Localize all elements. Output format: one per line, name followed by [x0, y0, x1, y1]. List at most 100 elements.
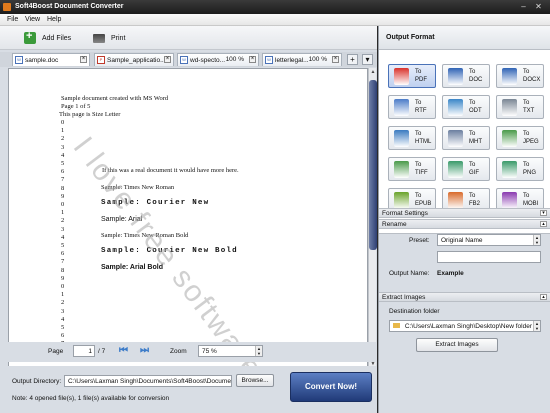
chevron-down-icon[interactable]: ▾ [362, 54, 373, 65]
status-note: Note: 4 opened file(s), 1 file(s) availa… [12, 395, 170, 402]
rename-section[interactable]: Rename ▴ [379, 219, 550, 229]
preset-value: Original Name [441, 237, 483, 244]
browse-button[interactable]: Browse... [236, 374, 274, 387]
menu-help[interactable]: Help [47, 16, 61, 23]
output-name-value: Example [437, 270, 464, 277]
collapse-icon[interactable]: ▴ [540, 221, 547, 227]
spinner-icon[interactable]: ▲ ▼ [533, 321, 540, 331]
scroll-up-icon[interactable]: ▲ [369, 68, 377, 76]
close-tab-icon[interactable]: × [332, 56, 339, 63]
line-number: 7 [61, 258, 65, 266]
doc-header-line: This page is Size Letter [59, 111, 121, 118]
format-to-label: To [415, 100, 422, 106]
line-number: 1 [61, 291, 65, 299]
window-title: Soft4Boost Document Converter [15, 3, 124, 10]
tab-document[interactable]: W wd-specto... 100 % × [177, 53, 259, 66]
scroll-thumb[interactable] [369, 80, 377, 250]
custom-name-field[interactable] [437, 251, 541, 263]
preview-scrollbar[interactable]: ▲ ▼ [368, 68, 377, 368]
extract-images-section[interactable]: Extract Images ▴ [379, 292, 550, 302]
printer-icon [93, 33, 105, 43]
line-number: 5 [61, 242, 65, 249]
output-name-label: Output Name: [389, 270, 430, 277]
format-to-label: To [523, 69, 530, 75]
destination-folder-select[interactable]: C:\Users\Laxman Singh\Desktop\New folder… [389, 320, 541, 332]
menu-bar: File View Help [0, 14, 550, 26]
format-button-pdf[interactable]: To PDF [388, 64, 436, 88]
format-settings-section[interactable]: Format Settings ▾ [379, 208, 550, 218]
first-page-icon[interactable]: ⏮ [117, 345, 130, 357]
txt-icon [502, 99, 517, 116]
section-label: Format Settings [382, 210, 428, 217]
tab-label: wd-specto... [190, 56, 226, 64]
close-tab-icon[interactable]: × [249, 56, 256, 63]
tab-label: letterlegal... [275, 56, 309, 64]
line-number: 9 [61, 192, 65, 200]
expand-icon[interactable]: ▾ [540, 210, 547, 216]
section-label: Extract Images [382, 294, 426, 301]
format-button-gif[interactable]: To GIF [442, 157, 490, 181]
menu-file[interactable]: File [7, 16, 18, 23]
format-button-tiff[interactable]: To TIFF [388, 157, 436, 181]
format-button-mht[interactable]: To MHT [442, 126, 490, 150]
format-button-docx[interactable]: To DOCX [496, 64, 544, 88]
format-button-txt[interactable]: To TXT [496, 95, 544, 119]
format-button-png[interactable]: To PNG [496, 157, 544, 181]
mobi-icon [502, 192, 517, 209]
output-format-header: Output Format [379, 26, 550, 50]
zoom-select[interactable]: 75 % ▲ ▼ [198, 345, 263, 357]
tab-document[interactable]: W sample.doc × [12, 53, 90, 66]
close-tab-icon[interactable]: × [164, 56, 171, 63]
convert-now-button[interactable]: Convert Now! [290, 372, 372, 402]
line-number: 0 [61, 201, 65, 208]
tiff-icon [394, 161, 409, 178]
pdf-icon: P [97, 56, 105, 64]
add-files-label: Add Files [42, 34, 72, 42]
line-number: 3 [61, 225, 65, 233]
tab-document[interactable]: W letterlegal... 100 % × [262, 53, 342, 66]
format-button-doc[interactable]: To DOC [442, 64, 490, 88]
close-icon[interactable]: ✕ [533, 2, 544, 12]
jpeg-icon [502, 130, 517, 147]
output-directory-field[interactable]: C:\Users\Laxman Singh\Documents\Soft4Boo… [64, 375, 232, 387]
preset-select[interactable]: Original Name ▲ ▼ [437, 234, 541, 246]
output-format-pane: Output Format To PDF To DOC To DOCX To RTF To ODT… [378, 26, 550, 413]
add-files-button[interactable]: Add Files [24, 30, 72, 45]
minimize-icon[interactable]: – [518, 2, 529, 12]
format-name-label: TXT [523, 108, 535, 114]
line-number: 4 [61, 315, 65, 323]
menu-view[interactable]: View [25, 16, 40, 23]
app-icon [3, 3, 11, 11]
format-button-jpeg[interactable]: To JPEG [496, 126, 544, 150]
title-bar: Soft4Boost Document Converter – ✕ [0, 0, 550, 14]
doc-icon [448, 68, 463, 85]
tab-document[interactable]: P Sample_applicatio... × [94, 53, 174, 66]
document-tabs: W sample.doc × P Sample_applicatio... × … [0, 52, 377, 67]
html-icon [394, 130, 409, 147]
format-button-odt[interactable]: To ODT [442, 95, 490, 119]
line-number: 7 [61, 176, 65, 184]
format-to-label: To [469, 131, 476, 137]
page-input[interactable]: 1 [73, 345, 95, 357]
collapse-icon[interactable]: ▴ [540, 294, 547, 300]
extract-images-button[interactable]: Extract Images [416, 338, 498, 352]
document-icon: W [180, 56, 188, 64]
format-name-label: JPEG [523, 139, 539, 145]
line-number: 3 [61, 307, 65, 315]
gif-icon [448, 161, 463, 178]
last-page-icon[interactable]: ⏭ [138, 345, 151, 357]
close-tab-icon[interactable]: × [80, 56, 87, 63]
pdf-icon [394, 68, 409, 85]
spinner-icon[interactable]: ▲ ▼ [255, 346, 262, 356]
line-number: 8 [61, 184, 65, 192]
print-button[interactable]: Print [93, 31, 125, 45]
format-to-label: To [523, 100, 530, 106]
document-preview: Sample document created with MS Word Pag… [8, 68, 368, 368]
add-tab-icon[interactable]: + [347, 54, 358, 65]
format-to-label: To [469, 100, 476, 106]
spinner-icon[interactable]: ▲ ▼ [533, 235, 540, 245]
format-name-label: RTF [415, 108, 427, 114]
format-button-rtf[interactable]: To RTF [388, 95, 436, 119]
preset-label: Preset: [409, 237, 430, 244]
format-button-html[interactable]: To HTML [388, 126, 436, 150]
